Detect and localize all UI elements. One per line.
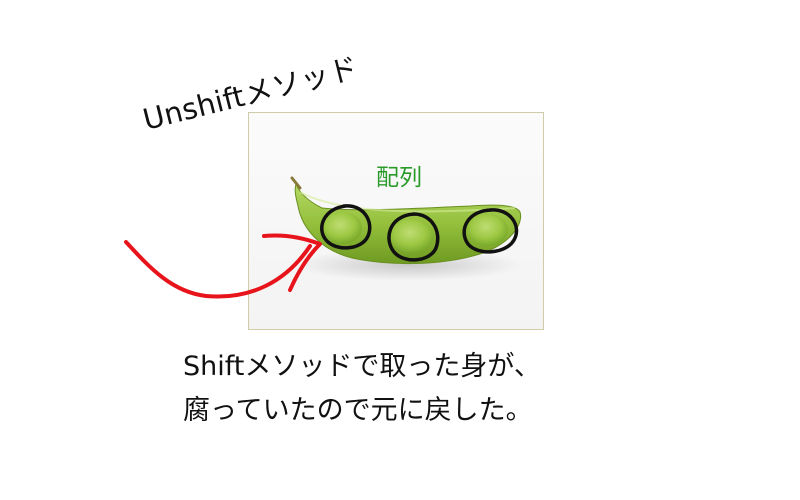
array-label: 配列 [376,165,422,191]
slide-canvas: Unshiftメソッド 配列 Shiftメソッドで取った身が、 腐っていたので元… [0,0,800,500]
caption: Shiftメソッドで取った身が、 腐っていたので元に戻した。 [183,345,541,433]
caption-line-2: 腐っていたので元に戻した。 [183,395,533,426]
array-image-frame [248,112,544,330]
caption-line-1: Shiftメソッドで取った身が、 [183,351,541,382]
